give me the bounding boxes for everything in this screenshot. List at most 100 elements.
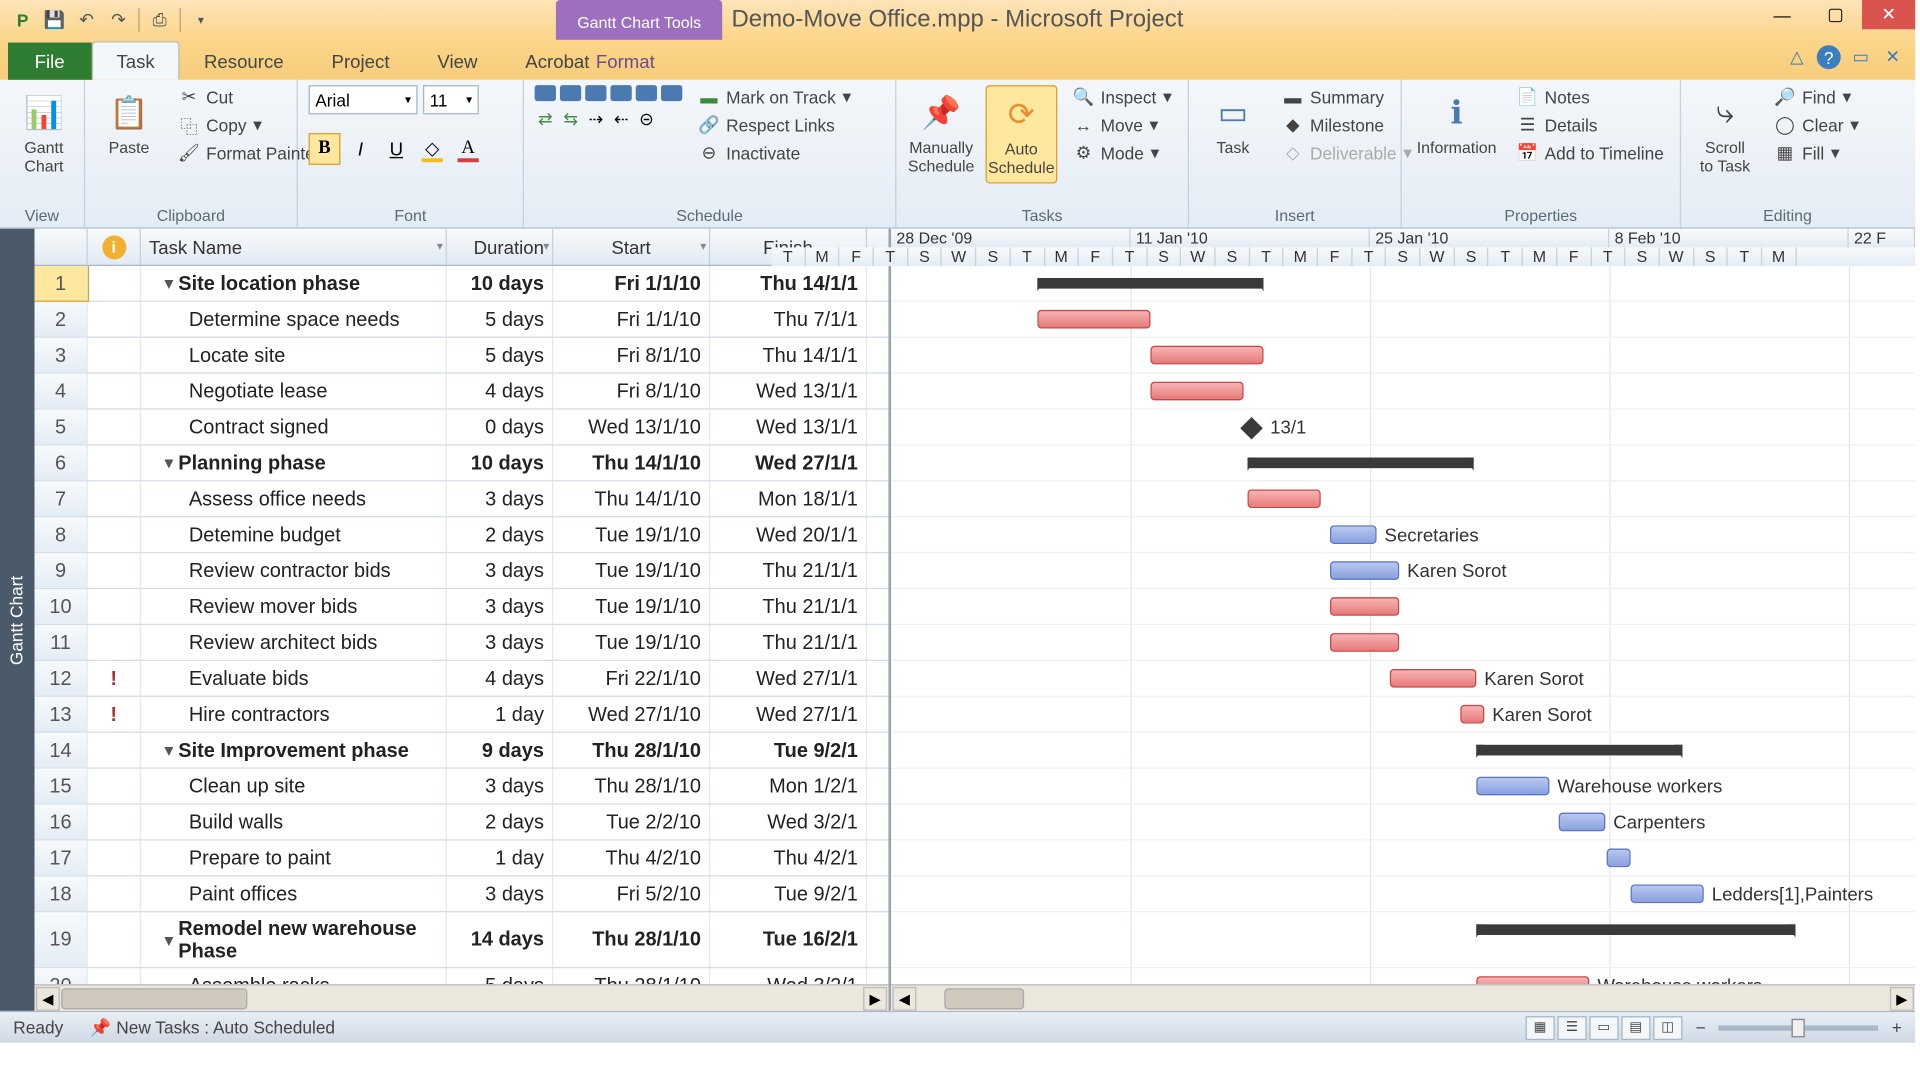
tab-resource[interactable]: Resource: [180, 43, 308, 80]
gantt-bar[interactable]: [1037, 310, 1150, 329]
row-number[interactable]: 9: [35, 553, 88, 588]
gantt-bar[interactable]: [1330, 561, 1399, 580]
view-report-button[interactable]: ◫: [1653, 1015, 1682, 1039]
duration-cell[interactable]: 3 days: [447, 769, 553, 804]
finish-cell[interactable]: Wed 27/1/1: [710, 446, 867, 481]
duration-cell[interactable]: 14 days: [447, 912, 553, 967]
table-row[interactable]: 4Negotiate lease4 daysFri 8/1/10Wed 13/1…: [35, 374, 889, 410]
gantt-bar[interactable]: [1476, 976, 1589, 984]
gantt-row[interactable]: Ledders[1],Painters: [891, 876, 1915, 912]
duration-cell[interactable]: 2 days: [447, 805, 553, 840]
table-row[interactable]: 12!Evaluate bids4 daysFri 22/1/10Wed 27/…: [35, 661, 889, 697]
gantt-bar[interactable]: [1248, 489, 1321, 508]
gantt-row[interactable]: [891, 733, 1915, 769]
row-number[interactable]: 8: [35, 517, 88, 552]
gantt-bar[interactable]: [1150, 346, 1263, 365]
deliverable-button[interactable]: ◇Deliverable ▾: [1277, 141, 1417, 165]
finish-cell[interactable]: Mon 1/2/1: [710, 769, 867, 804]
inactivate-button[interactable]: ⊖Inactivate: [693, 141, 856, 165]
clear-button[interactable]: ◯Clear ▾: [1769, 113, 1864, 137]
row-number[interactable]: 15: [35, 769, 88, 804]
finish-cell[interactable]: Wed 13/1/1: [710, 374, 867, 409]
gantt-bar[interactable]: [1476, 924, 1795, 935]
gantt-h-scrollbar[interactable]: ◀ ▶: [891, 984, 1915, 1011]
duration-cell[interactable]: 3 days: [447, 876, 553, 911]
finish-cell[interactable]: Tue 9/2/1: [710, 876, 867, 911]
scroll-left-icon[interactable]: ◀: [36, 987, 60, 1011]
tab-project[interactable]: Project: [308, 43, 414, 80]
row-number[interactable]: 4: [35, 374, 88, 409]
start-cell[interactable]: Thu 4/2/10: [553, 841, 710, 876]
mark-on-track-button[interactable]: ▬Mark on Track ▾: [693, 85, 856, 109]
duration-header[interactable]: Duration▾: [447, 229, 553, 265]
duration-cell[interactable]: 10 days: [447, 266, 553, 301]
milestone-marker[interactable]: [1240, 417, 1263, 440]
row-number[interactable]: 12: [35, 661, 88, 696]
task-name-cell[interactable]: Prepare to paint: [141, 841, 447, 876]
row-number[interactable]: 14: [35, 733, 88, 768]
gantt-bar[interactable]: [1607, 849, 1631, 868]
duration-cell[interactable]: 4 days: [447, 661, 553, 696]
gantt-bar[interactable]: [1559, 813, 1606, 832]
print-icon[interactable]: ⎙: [148, 8, 172, 32]
row-number[interactable]: 7: [35, 481, 88, 516]
duration-cell[interactable]: 5 days: [447, 338, 553, 373]
task-name-cell[interactable]: ▾Site Improvement phase: [141, 733, 447, 768]
gantt-bar[interactable]: [1150, 382, 1243, 401]
finish-cell[interactable]: Wed 13/1/1: [710, 410, 867, 445]
finish-cell[interactable]: Wed 3/2/1: [710, 968, 867, 984]
schedule-link-buttons[interactable]: ⇄⇆ ⇢⇠⊝: [535, 109, 683, 130]
outline-toggle-icon[interactable]: ▾: [165, 454, 173, 473]
table-row[interactable]: 18Paint offices3 daysFri 5/2/10Tue 9/2/1: [35, 876, 889, 912]
font-name-select[interactable]: Arial▾: [309, 85, 418, 114]
duration-cell[interactable]: 0 days: [447, 410, 553, 445]
underline-button[interactable]: U: [380, 133, 412, 165]
start-cell[interactable]: Tue 2/2/10: [553, 805, 710, 840]
start-cell[interactable]: Tue 19/1/10: [553, 517, 710, 552]
table-row[interactable]: 16Build walls2 daysTue 2/2/10Wed 3/2/1: [35, 805, 889, 841]
gantt-row[interactable]: Karen Sorot: [891, 661, 1915, 697]
gantt-bar[interactable]: [1460, 705, 1484, 724]
start-cell[interactable]: Wed 13/1/10: [553, 410, 710, 445]
task-name-cell[interactable]: Locate site: [141, 338, 447, 373]
table-row[interactable]: 10Review mover bids3 daysTue 19/1/10Thu …: [35, 589, 889, 625]
doc-restore-icon[interactable]: ▭: [1849, 45, 1873, 69]
task-name-cell[interactable]: Review architect bids: [141, 625, 447, 660]
duration-cell[interactable]: 1 day: [447, 841, 553, 876]
gantt-bar[interactable]: [1330, 525, 1377, 544]
undo-icon[interactable]: ↶: [74, 8, 98, 32]
table-row[interactable]: 8Detemine budget2 daysTue 19/1/10Wed 20/…: [35, 517, 889, 553]
task-name-cell[interactable]: Paint offices: [141, 876, 447, 911]
view-resource-sheet-button[interactable]: ▤: [1621, 1015, 1650, 1039]
row-number[interactable]: 17: [35, 841, 88, 876]
respect-links-button[interactable]: 🔗Respect Links: [693, 113, 856, 137]
task-name-cell[interactable]: ▾Remodel new warehouse Phase: [141, 912, 447, 967]
finish-cell[interactable]: Thu 7/1/1: [710, 302, 867, 337]
duration-cell[interactable]: 3 days: [447, 589, 553, 624]
task-name-cell[interactable]: Detemine budget: [141, 517, 447, 552]
task-name-cell[interactable]: Assess office needs: [141, 481, 447, 516]
zoom-slider[interactable]: [1719, 1025, 1879, 1030]
find-button[interactable]: 🔎Find ▾: [1769, 85, 1864, 109]
task-name-cell[interactable]: Negotiate lease: [141, 374, 447, 409]
finish-cell[interactable]: Mon 18/1/1: [710, 481, 867, 516]
task-name-cell[interactable]: Assemble racks: [141, 968, 447, 984]
row-number[interactable]: 6: [35, 446, 88, 481]
gantt-row[interactable]: Carpenters: [891, 805, 1915, 841]
row-number[interactable]: 18: [35, 876, 88, 911]
finish-cell[interactable]: Thu 14/1/1: [710, 266, 867, 301]
save-icon[interactable]: 💾: [43, 8, 67, 32]
close-button[interactable]: ✕: [1862, 0, 1915, 29]
manual-schedule-button[interactable]: 📌Manually Schedule: [907, 85, 975, 181]
start-cell[interactable]: Tue 19/1/10: [553, 589, 710, 624]
table-row[interactable]: 13!Hire contractors1 dayWed 27/1/10Wed 2…: [35, 697, 889, 733]
doc-close-icon[interactable]: ✕: [1881, 45, 1905, 69]
start-cell[interactable]: Thu 28/1/10: [553, 733, 710, 768]
gantt-row[interactable]: [891, 446, 1915, 482]
finish-cell[interactable]: Tue 9/2/1: [710, 733, 867, 768]
tab-task[interactable]: Task: [91, 41, 180, 80]
row-number[interactable]: 2: [35, 302, 88, 337]
select-all-corner[interactable]: [35, 229, 88, 265]
row-number[interactable]: 10: [35, 589, 88, 624]
scroll-right-icon[interactable]: ▶: [863, 987, 887, 1011]
